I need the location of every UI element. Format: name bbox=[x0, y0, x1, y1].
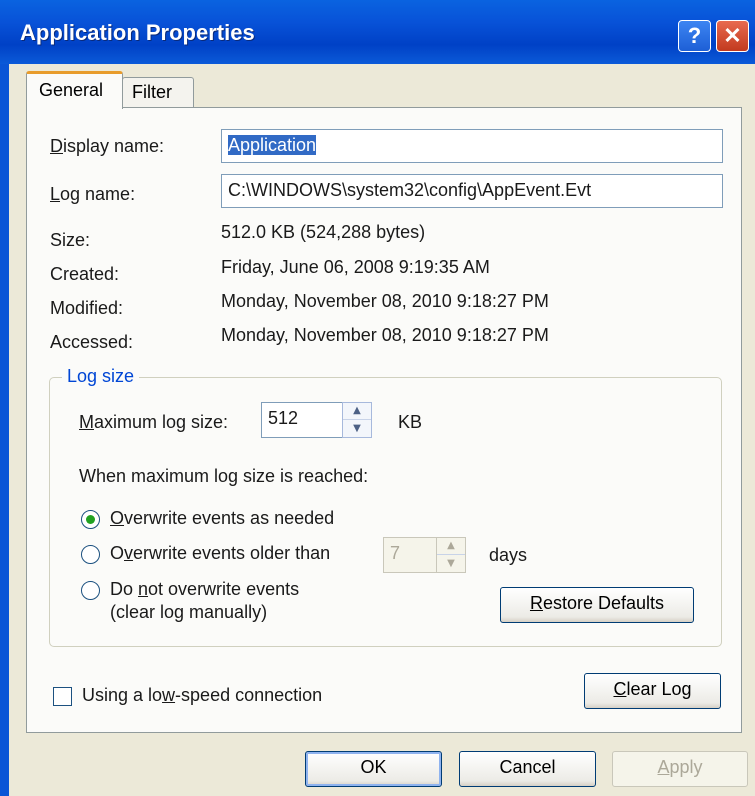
radio-selected-dot bbox=[86, 515, 95, 524]
display-name-value: Application bbox=[228, 135, 317, 155]
do-not-overwrite-label[interactable]: Do not overwrite events bbox=[110, 579, 299, 600]
created-label: Created: bbox=[50, 264, 120, 284]
kb-unit-label: KB bbox=[398, 412, 423, 432]
overwrite-as-needed-label[interactable]: Overwrite events as needed bbox=[110, 508, 334, 529]
display-name-input[interactable]: Application bbox=[221, 129, 723, 163]
dialog-window: Application Properties ? ✕ Filter Genera… bbox=[0, 0, 755, 796]
tab-general[interactable]: General bbox=[26, 71, 123, 109]
clear-log-button[interactable]: Clear Log bbox=[584, 673, 721, 709]
tab-filter[interactable]: Filter bbox=[122, 77, 194, 109]
window-title: Application Properties bbox=[20, 20, 255, 45]
modified-value: Monday, November 08, 2010 9:18:27 PM bbox=[221, 291, 549, 311]
modified-label: Modified: bbox=[50, 298, 124, 318]
size-value: 512.0 KB (524,288 bytes) bbox=[221, 222, 426, 242]
max-log-size-spinner[interactable]: ▲ ▼ bbox=[342, 402, 372, 438]
when-reached-label: When maximum log size is reached: bbox=[79, 466, 369, 486]
restore-defaults-button[interactable]: Restore Defaults bbox=[500, 587, 694, 623]
days-spinner[interactable]: ▲ ▼ bbox=[436, 537, 466, 573]
log-size-group-title: Log size bbox=[62, 366, 140, 387]
days-label: days bbox=[489, 545, 528, 565]
low-speed-label[interactable]: Using a low-speed connection bbox=[82, 685, 322, 706]
window-frame bbox=[0, 64, 9, 796]
do-not-overwrite-radio[interactable] bbox=[81, 581, 100, 600]
close-button[interactable]: ✕ bbox=[716, 20, 749, 52]
low-speed-checkbox[interactable] bbox=[53, 687, 72, 706]
spin-up-icon[interactable]: ▲ bbox=[437, 538, 465, 555]
overwrite-as-needed-radio[interactable] bbox=[81, 510, 100, 529]
spin-down-icon[interactable]: ▼ bbox=[343, 420, 371, 437]
spin-up-icon[interactable]: ▲ bbox=[343, 403, 371, 420]
spin-down-icon[interactable]: ▼ bbox=[437, 555, 465, 572]
ok-button[interactable]: OK bbox=[305, 751, 442, 787]
log-name-field[interactable]: C:\WINDOWS\system32\config\AppEvent.Evt bbox=[221, 174, 723, 208]
apply-button[interactable]: Apply bbox=[612, 751, 748, 787]
do-not-overwrite-note: (clear log manually) bbox=[110, 602, 268, 622]
days-input[interactable]: 7 bbox=[383, 537, 437, 573]
accessed-value: Monday, November 08, 2010 9:18:27 PM bbox=[221, 325, 549, 345]
display-name-label: Display name: bbox=[50, 136, 165, 156]
cancel-button[interactable]: Cancel bbox=[459, 751, 596, 787]
log-name-label: Log name: bbox=[50, 184, 136, 204]
max-log-size-label: Maximum log size: bbox=[79, 412, 229, 432]
overwrite-older-than-label[interactable]: Overwrite events older than bbox=[110, 543, 330, 564]
accessed-label: Accessed: bbox=[50, 332, 134, 352]
size-label: Size: bbox=[50, 230, 91, 250]
help-button[interactable]: ? bbox=[678, 20, 711, 52]
overwrite-older-than-radio[interactable] bbox=[81, 545, 100, 564]
max-log-size-input[interactable]: 512 bbox=[261, 402, 343, 438]
created-value: Friday, June 06, 2008 9:19:35 AM bbox=[221, 257, 490, 277]
title-bar[interactable]: Application Properties ? ✕ bbox=[0, 0, 755, 64]
